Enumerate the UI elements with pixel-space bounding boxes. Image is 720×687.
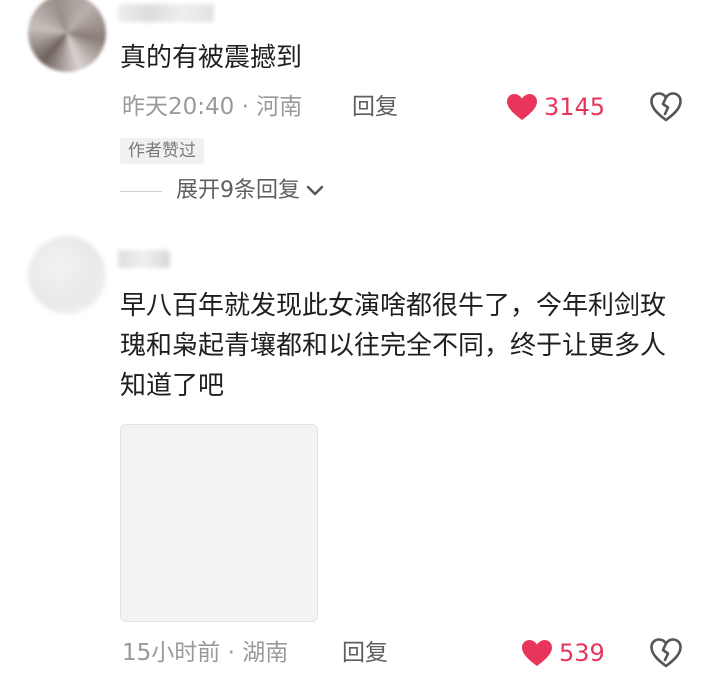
broken-heart-icon bbox=[650, 638, 682, 668]
reply-button[interactable]: 回复 bbox=[352, 92, 398, 122]
like-count: 3145 bbox=[544, 93, 606, 121]
author-liked-badge: 作者赞过 bbox=[120, 138, 204, 164]
dislike-button[interactable] bbox=[650, 638, 682, 672]
expand-replies-label: 展开9条回复 bbox=[176, 178, 300, 203]
comment-image[interactable] bbox=[120, 424, 318, 622]
like-button[interactable]: 3145 bbox=[506, 92, 605, 122]
dislike-button[interactable] bbox=[650, 92, 682, 126]
reply-button[interactable]: 回复 bbox=[342, 638, 388, 668]
expand-replies-button[interactable]: 展开9条回复 bbox=[120, 176, 324, 206]
heart-icon bbox=[507, 94, 537, 120]
avatar[interactable] bbox=[28, 236, 106, 314]
chevron-down-icon bbox=[306, 185, 324, 196]
username-redacted[interactable] bbox=[118, 4, 214, 22]
username-redacted[interactable] bbox=[118, 250, 170, 268]
comment-meta: 昨天20:40 · 河南 bbox=[122, 94, 303, 120]
like-button[interactable]: 539 bbox=[521, 638, 605, 668]
avatar[interactable] bbox=[28, 0, 106, 72]
like-count: 539 bbox=[559, 639, 605, 667]
heart-icon bbox=[522, 640, 552, 666]
broken-heart-icon bbox=[650, 92, 682, 122]
divider bbox=[120, 190, 162, 192]
comment-meta: 15小时前 · 湖南 bbox=[122, 640, 289, 666]
comment-text: 真的有被震撼到 bbox=[120, 43, 303, 73]
comment-text: 早八百年就发现此女演啥都很牛了，今年利剑玫瑰和枭起青壤都和以往完全不同，终于让更… bbox=[120, 291, 667, 401]
